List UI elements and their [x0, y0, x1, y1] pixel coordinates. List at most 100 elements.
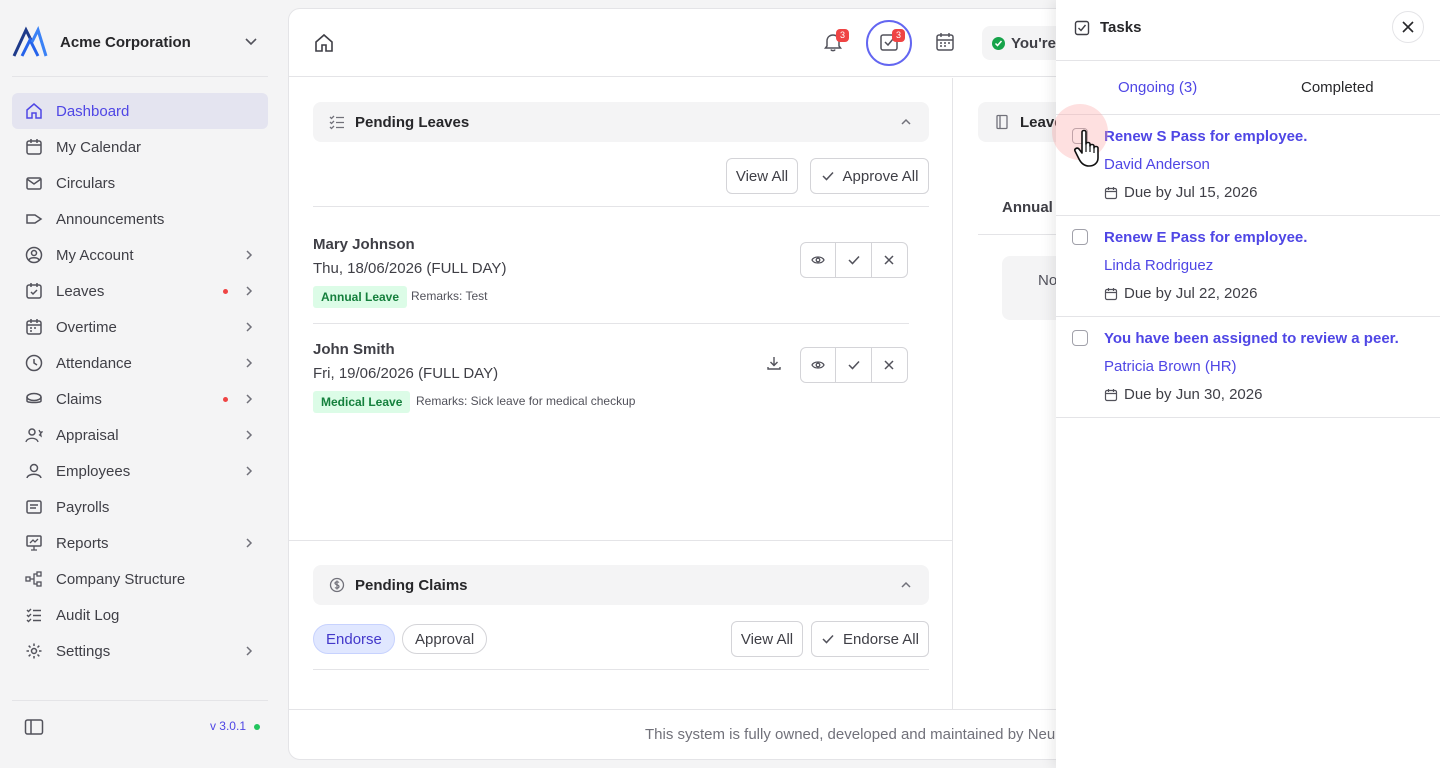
- view-all-leaves-button[interactable]: View All: [726, 158, 798, 194]
- leave-actions: [800, 347, 908, 383]
- notifications-badge: 3: [836, 29, 849, 42]
- close-drawer-button[interactable]: [1392, 11, 1424, 43]
- task-assignee[interactable]: Patricia Brown (HR): [1104, 358, 1237, 375]
- status-text: You're: [1011, 34, 1056, 52]
- tasks-badge: 3: [892, 29, 905, 42]
- reject-button[interactable]: [872, 348, 907, 382]
- sidebar-item-label: Circulars: [56, 174, 116, 192]
- sidebar-item-overtime[interactable]: Overtime: [12, 309, 268, 345]
- user-icon: [24, 461, 44, 481]
- approvals-column: Pending Leaves View All Approve All Mary…: [289, 78, 953, 710]
- sidebar-item-label: Appraisal: [56, 426, 119, 444]
- sidebar-item-employees[interactable]: Employees: [12, 453, 268, 489]
- approve-button[interactable]: [836, 243, 872, 277]
- view-all-claims-button[interactable]: View All: [731, 621, 803, 657]
- view-button[interactable]: [801, 348, 837, 382]
- leave-request-row: John Smith Fri, 19/06/2026 (FULL DAY) Me…: [313, 341, 909, 431]
- calendar-check-icon: [24, 281, 44, 301]
- sidebar-item-label: Employees: [56, 462, 131, 480]
- task-title[interactable]: Renew E Pass for employee.: [1104, 229, 1307, 246]
- employee-name: Mary Johnson: [313, 236, 415, 253]
- task-checkbox[interactable]: [1072, 229, 1088, 245]
- endorse-filter-chip[interactable]: Endorse: [313, 624, 395, 654]
- sidebar-item-company-structure[interactable]: Company Structure: [12, 561, 268, 597]
- leave-type-badge: Medical Leave: [313, 391, 411, 413]
- divider: [313, 206, 929, 207]
- endorse-all-button[interactable]: Endorse All: [811, 621, 929, 657]
- calendar-icon[interactable]: [934, 31, 956, 53]
- approval-filter-chip[interactable]: Approval: [402, 624, 488, 654]
- drawer-header: Tasks: [1056, 0, 1440, 61]
- org-switcher[interactable]: Acme Corporation: [12, 24, 268, 60]
- employee-name: John Smith: [313, 341, 395, 358]
- button-label: Endorse All: [843, 630, 919, 648]
- sidebar-item-circulars[interactable]: Circulars: [12, 165, 268, 201]
- close-icon: [884, 255, 894, 265]
- tab-ongoing[interactable]: Ongoing (3): [1118, 79, 1197, 96]
- divider: [12, 76, 268, 77]
- task-title[interactable]: Renew S Pass for employee.: [1104, 128, 1307, 145]
- calendar-icon: [24, 137, 44, 157]
- pending-leaves-header[interactable]: Pending Leaves: [313, 102, 929, 142]
- sidebar-item-payrolls[interactable]: Payrolls: [12, 489, 268, 525]
- task-checkbox[interactable]: [1072, 330, 1088, 346]
- task-title[interactable]: You have been assigned to review a peer.: [1104, 330, 1399, 347]
- view-button[interactable]: [801, 243, 837, 277]
- online-status-dot: [254, 724, 260, 730]
- task-assignee[interactable]: Linda Rodriguez: [1104, 257, 1213, 274]
- sidebar-item-label: Overtime: [56, 318, 117, 336]
- sidebar-item-announcements[interactable]: Announcements: [12, 201, 268, 237]
- clock-icon: [24, 353, 44, 373]
- drawer-tabs: Ongoing (3) Completed: [1056, 61, 1440, 115]
- mail-icon: [24, 173, 44, 193]
- footer-text: This system is fully owned, developed an…: [645, 726, 1064, 743]
- tab-completed[interactable]: Completed: [1301, 79, 1374, 96]
- task-due: Due by Jun 30, 2026: [1104, 386, 1262, 403]
- sidebar-item-my-account[interactable]: My Account: [12, 237, 268, 273]
- chevron-right-icon: [246, 322, 253, 332]
- sidebar-item-claims[interactable]: Claims: [12, 381, 268, 417]
- approve-button[interactable]: [836, 348, 872, 382]
- approve-all-button[interactable]: Approve All: [810, 158, 929, 194]
- sidebar-item-reports[interactable]: Reports: [12, 525, 268, 561]
- document-icon: [996, 114, 1008, 130]
- pending-claims-header[interactable]: Pending Claims: [313, 565, 929, 605]
- leave-date: Thu, 18/06/2026 (FULL DAY): [313, 260, 507, 277]
- leave-actions: [800, 242, 908, 278]
- section-title: Pending Claims: [355, 576, 468, 594]
- sidebar-nav: Dashboard My Calendar Circulars Announce…: [12, 93, 268, 669]
- chevron-up-icon[interactable]: [899, 578, 913, 592]
- chevron-up-icon[interactable]: [899, 115, 913, 129]
- notification-dot: [223, 397, 228, 402]
- sidebar-item-settings[interactable]: Settings: [12, 633, 268, 669]
- sidebar-item-leaves[interactable]: Leaves: [12, 273, 268, 309]
- task-assignee[interactable]: David Anderson: [1104, 156, 1210, 173]
- chevron-right-icon: [246, 358, 253, 368]
- tasks-drawer: Tasks Ongoing (3) Completed Renew S Pass…: [1056, 0, 1440, 768]
- home-icon[interactable]: [313, 32, 335, 54]
- close-icon: [1402, 21, 1414, 33]
- download-icon[interactable]: [766, 355, 782, 371]
- sidebar-item-label: Payrolls: [56, 498, 110, 516]
- eye-icon: [811, 361, 825, 369]
- reject-button[interactable]: [872, 243, 907, 277]
- notification-dot: [223, 289, 228, 294]
- megaphone-icon: [24, 209, 44, 229]
- sidebar-toggle-icon[interactable]: [24, 718, 44, 736]
- sidebar: Acme Corporation Dashboard My Calendar C…: [0, 0, 280, 768]
- leave-remarks: Remarks: Sick leave for medical checkup: [416, 394, 636, 408]
- chevron-right-icon: [246, 538, 253, 548]
- company-logo: [12, 26, 48, 57]
- sidebar-item-audit-log[interactable]: Audit Log: [12, 597, 268, 633]
- sidebar-item-appraisal[interactable]: Appraisal: [12, 417, 268, 453]
- button-label: Approve All: [842, 167, 919, 185]
- calendar-icon: [1104, 388, 1118, 401]
- task-due-text: Due by Jun 30, 2026: [1124, 386, 1263, 403]
- chevron-down-icon[interactable]: [242, 32, 260, 50]
- sidebar-item-dashboard[interactable]: Dashboard: [12, 93, 268, 129]
- sidebar-item-my-calendar[interactable]: My Calendar: [12, 129, 268, 165]
- sidebar-item-attendance[interactable]: Attendance: [12, 345, 268, 381]
- task-item: Renew S Pass for employee. David Anderso…: [1056, 115, 1440, 216]
- sidebar-item-label: Settings: [56, 642, 111, 660]
- chevron-right-icon: [246, 250, 253, 260]
